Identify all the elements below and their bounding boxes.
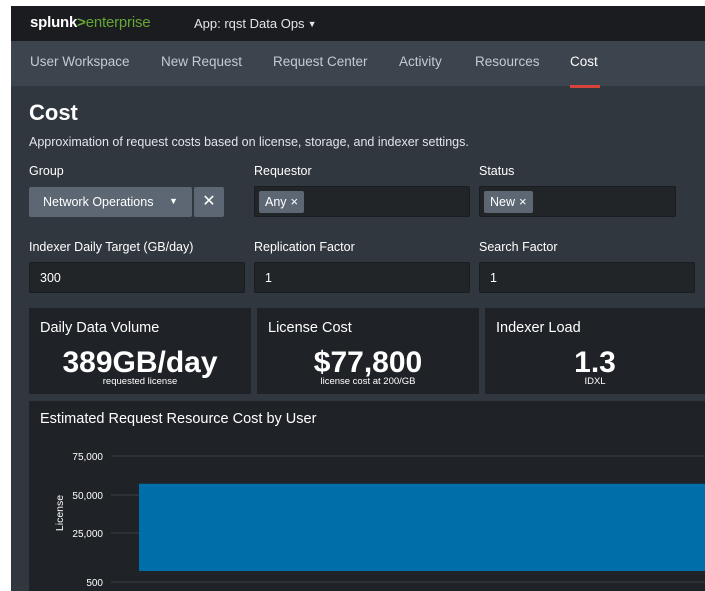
replication-factor-label: Replication Factor bbox=[254, 240, 355, 254]
caret-down-icon: ▼ bbox=[307, 19, 317, 29]
status-label: Status bbox=[479, 164, 515, 178]
group-dropdown-value: Network Operations bbox=[43, 195, 154, 209]
requestor-multiselect[interactable]: Any × bbox=[254, 186, 470, 217]
requestor-token: Any × bbox=[259, 191, 305, 213]
app-selector[interactable]: App: rqst Data Ops ▼ bbox=[194, 16, 316, 31]
nav-user-workspace[interactable]: User Workspace bbox=[30, 54, 130, 69]
status-token: New × bbox=[484, 191, 533, 213]
indexer-target-label: Indexer Daily Target (GB/day) bbox=[29, 240, 194, 254]
kpi-title: Daily Data Volume bbox=[40, 320, 160, 336]
indexer-target-input[interactable]: 300 bbox=[29, 262, 245, 293]
kpi-value: 1.3 bbox=[574, 346, 616, 379]
kpi-indexer-load: Indexer Load 1.3 IDXL bbox=[485, 308, 705, 394]
search-factor-label: Search Factor bbox=[479, 240, 558, 254]
kpi-license-cost: License Cost $77,800 license cost at 200… bbox=[257, 308, 479, 394]
cost-by-user-chart: 75,000 50,000 25,000 500 License bbox=[54, 452, 705, 589]
kpi-title: Indexer Load bbox=[496, 320, 581, 336]
y-tick-label: 75,000 bbox=[72, 452, 103, 463]
replication-factor-input[interactable]: 1 bbox=[254, 262, 470, 293]
top-bar: splunk>enterprise App: rqst Data Ops ▼ bbox=[11, 6, 705, 41]
token-remove-icon[interactable]: × bbox=[291, 194, 299, 209]
requestor-token-label: Any bbox=[265, 195, 287, 209]
nav-new-request[interactable]: New Request bbox=[161, 54, 242, 69]
logo-separator: > bbox=[77, 14, 86, 31]
search-factor-value: 1 bbox=[490, 271, 497, 285]
active-tab-indicator bbox=[570, 85, 600, 88]
y-tick-label: 25,000 bbox=[72, 529, 103, 540]
app-selector-label: App: rqst Data Ops bbox=[194, 16, 305, 31]
kpi-caption: IDXL bbox=[584, 376, 606, 387]
kpi-caption: license cost at 200/GB bbox=[320, 376, 416, 387]
y-tick-label: 500 bbox=[86, 578, 103, 589]
group-dropdown[interactable]: Network Operations ▼ bbox=[29, 187, 192, 217]
indexer-target-value: 300 bbox=[40, 271, 61, 285]
nav-request-center[interactable]: Request Center bbox=[273, 54, 368, 69]
status-token-label: New bbox=[490, 195, 516, 209]
kpi-daily-data-volume: Daily Data Volume 389GB/day requested li… bbox=[29, 308, 251, 394]
page-title: Cost bbox=[29, 100, 78, 125]
nav-resources[interactable]: Resources bbox=[475, 54, 540, 69]
y-axis-label: License bbox=[54, 495, 66, 531]
group-clear-button[interactable]: ✕ bbox=[194, 187, 224, 217]
bar bbox=[139, 483, 705, 571]
status-multiselect[interactable]: New × bbox=[479, 186, 676, 217]
search-factor-input[interactable]: 1 bbox=[479, 262, 695, 293]
splunk-app: splunk>enterprise App: rqst Data Ops ▼ Us… bbox=[11, 6, 705, 591]
replication-factor-value: 1 bbox=[265, 271, 272, 285]
logo-brand: splunk bbox=[30, 14, 78, 31]
requestor-label: Requestor bbox=[254, 164, 312, 178]
nav-activity[interactable]: Activity bbox=[399, 54, 442, 69]
splunk-logo[interactable]: splunk>enterprise bbox=[30, 14, 151, 31]
logo-product: enterprise bbox=[85, 14, 151, 31]
nav-cost[interactable]: Cost bbox=[570, 54, 598, 69]
caret-down-icon: ▼ bbox=[169, 196, 178, 206]
kpi-value: $77,800 bbox=[313, 346, 423, 379]
page-description: Approximation of request costs based on … bbox=[29, 135, 469, 149]
kpi-caption: requested license bbox=[102, 376, 178, 387]
kpi-title: License Cost bbox=[268, 320, 352, 336]
token-remove-icon[interactable]: × bbox=[519, 194, 527, 209]
y-tick-label: 50,000 bbox=[72, 491, 103, 502]
kpi-value: 389GB/day bbox=[62, 346, 218, 379]
group-label: Group bbox=[29, 164, 64, 178]
cost-by-user-chart-panel: Estimated Request Resource Cost by User … bbox=[29, 401, 705, 591]
app-nav-bar: User Workspace New Request Request Cente… bbox=[11, 41, 705, 88]
